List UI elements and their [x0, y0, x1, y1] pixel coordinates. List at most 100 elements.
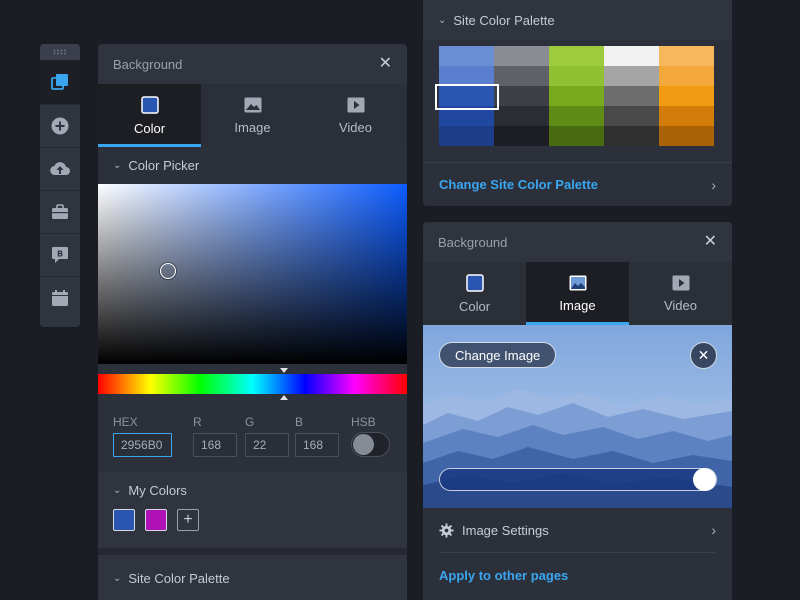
tab-label: Image [559, 297, 596, 313]
color-swatch[interactable] [145, 509, 167, 531]
palette-swatch[interactable] [549, 126, 604, 146]
video-icon [347, 97, 364, 112]
palette-swatch[interactable] [439, 66, 494, 86]
image-settings-row[interactable]: Image Settings › [423, 508, 732, 552]
palette-swatch[interactable] [659, 86, 714, 106]
hue-slider[interactable] [98, 364, 407, 404]
toggle-knob [353, 434, 374, 455]
hsb-label: HSB [351, 415, 376, 429]
toolbar-blog-button[interactable]: B [40, 233, 80, 276]
site-color-palette-header[interactable]: ⌄ Site Color Palette [98, 555, 407, 600]
palette-swatch[interactable] [604, 86, 659, 106]
tab-color[interactable]: Color [423, 262, 526, 325]
tab-video[interactable]: Video [304, 84, 407, 147]
background-image-panel: Background ✕ Color Image Video Change Im… [423, 222, 732, 600]
my-colors-section: ⌄ My Colors + [98, 472, 407, 548]
gear-icon [439, 522, 454, 538]
background-tabs: Color Image Video [423, 262, 732, 325]
grip-icon [53, 49, 66, 55]
palette-swatch[interactable] [659, 46, 714, 66]
palette-swatch[interactable] [549, 106, 604, 126]
close-icon[interactable]: ✕ [379, 56, 392, 72]
palette-swatch[interactable] [549, 46, 604, 66]
palette-swatch[interactable] [659, 66, 714, 86]
palette-swatch[interactable] [604, 106, 659, 126]
toolbar-add-button[interactable] [40, 104, 80, 147]
palette-swatch[interactable] [604, 66, 659, 86]
palette-swatch[interactable] [604, 46, 659, 66]
toolbar-upload-button[interactable] [40, 147, 80, 190]
change-site-color-palette-link[interactable]: Change Site Color Palette [439, 177, 598, 192]
add-color-button[interactable]: + [177, 509, 199, 531]
toolbar-pages-button[interactable] [40, 60, 80, 104]
change-image-button[interactable]: Change Image [439, 342, 557, 368]
my-colors-header[interactable]: ⌄ My Colors [113, 483, 392, 498]
toolbar-portfolio-button[interactable] [40, 190, 80, 233]
palette-swatch[interactable] [659, 106, 714, 126]
palette-swatch[interactable] [439, 126, 494, 146]
palette-swatch[interactable] [439, 46, 494, 66]
palette-swatch[interactable] [549, 66, 604, 86]
palette-swatch[interactable] [494, 66, 549, 86]
remove-image-button[interactable]: ✕ [690, 342, 717, 369]
palette-swatch[interactable] [494, 126, 549, 146]
tab-label: Color [458, 298, 491, 314]
site-color-palette-header[interactable]: ⌄ Site Color Palette [423, 0, 732, 40]
change-site-color-palette-row[interactable]: Change Site Color Palette › [423, 162, 732, 206]
tab-color[interactable]: Color [98, 84, 201, 147]
hsb-toggle[interactable] [351, 432, 390, 457]
r-label: R [193, 415, 202, 429]
image-overlay-slider[interactable] [439, 468, 717, 491]
palette-swatch[interactable] [494, 86, 549, 106]
blog-glyph: B [57, 250, 63, 259]
chevron-down-icon: ⌄ [113, 572, 122, 584]
color-picker-label: Color Picker [128, 158, 200, 173]
tab-label: Video [663, 297, 697, 313]
selected-swatch-outline[interactable] [435, 84, 499, 110]
toolbar-calendar-button[interactable] [40, 276, 80, 319]
add-icon [51, 117, 69, 135]
calendar-icon [52, 290, 68, 306]
saturation-brightness-area[interactable] [98, 184, 407, 364]
tab-image[interactable]: Image [201, 84, 304, 147]
apply-to-other-pages-row[interactable]: Apply to other pages [423, 553, 732, 597]
palette-swatch[interactable] [494, 46, 549, 66]
background-tabs: Color Image Video [98, 84, 407, 147]
site-color-palette-label: Site Color Palette [128, 570, 230, 586]
hue-marker-bottom[interactable] [280, 395, 288, 400]
blog-icon: B [52, 247, 68, 263]
chevron-down-icon: ⌄ [438, 14, 447, 26]
palette-swatch[interactable] [659, 126, 714, 146]
apply-to-other-pages-link[interactable]: Apply to other pages [439, 568, 568, 583]
color-fields: HEX 2956B0 R 168 G 22 B 168 HSB [98, 404, 407, 472]
r-input[interactable]: 168 [193, 433, 237, 457]
panel-title: Background [438, 234, 508, 250]
palette-swatch[interactable] [494, 106, 549, 126]
chevron-down-icon: ⌄ [113, 160, 122, 171]
color-picker-header[interactable]: ⌄ Color Picker [98, 147, 407, 184]
color-swatch-icon [140, 95, 159, 114]
color-picker-handle[interactable] [160, 263, 176, 279]
color-swatch[interactable] [113, 509, 135, 531]
close-icon[interactable]: ✕ [704, 234, 717, 250]
hue-bar[interactable] [98, 374, 407, 394]
pages-icon [51, 74, 68, 90]
section-divider [98, 548, 407, 555]
b-input[interactable]: 168 [295, 433, 339, 457]
drag-handle[interactable] [40, 44, 80, 60]
g-input[interactable]: 22 [245, 433, 289, 457]
palette-swatch[interactable] [604, 126, 659, 146]
image-thumbnail-icon [569, 275, 586, 290]
image-icon [244, 97, 261, 112]
slider-thumb[interactable] [693, 468, 716, 491]
tab-video[interactable]: Video [629, 262, 732, 325]
image-settings-label: Image Settings [462, 522, 549, 538]
panel-header: Background ✕ [98, 44, 407, 84]
hex-input[interactable]: 2956B0 [113, 433, 172, 457]
background-color-panel: Background ✕ Color Image Video ⌄ Color P… [98, 44, 407, 600]
hue-marker-top[interactable] [280, 368, 288, 373]
upload-icon [50, 162, 70, 176]
chevron-right-icon: › [711, 522, 716, 538]
palette-swatch[interactable] [549, 86, 604, 106]
tab-image[interactable]: Image [526, 262, 629, 325]
